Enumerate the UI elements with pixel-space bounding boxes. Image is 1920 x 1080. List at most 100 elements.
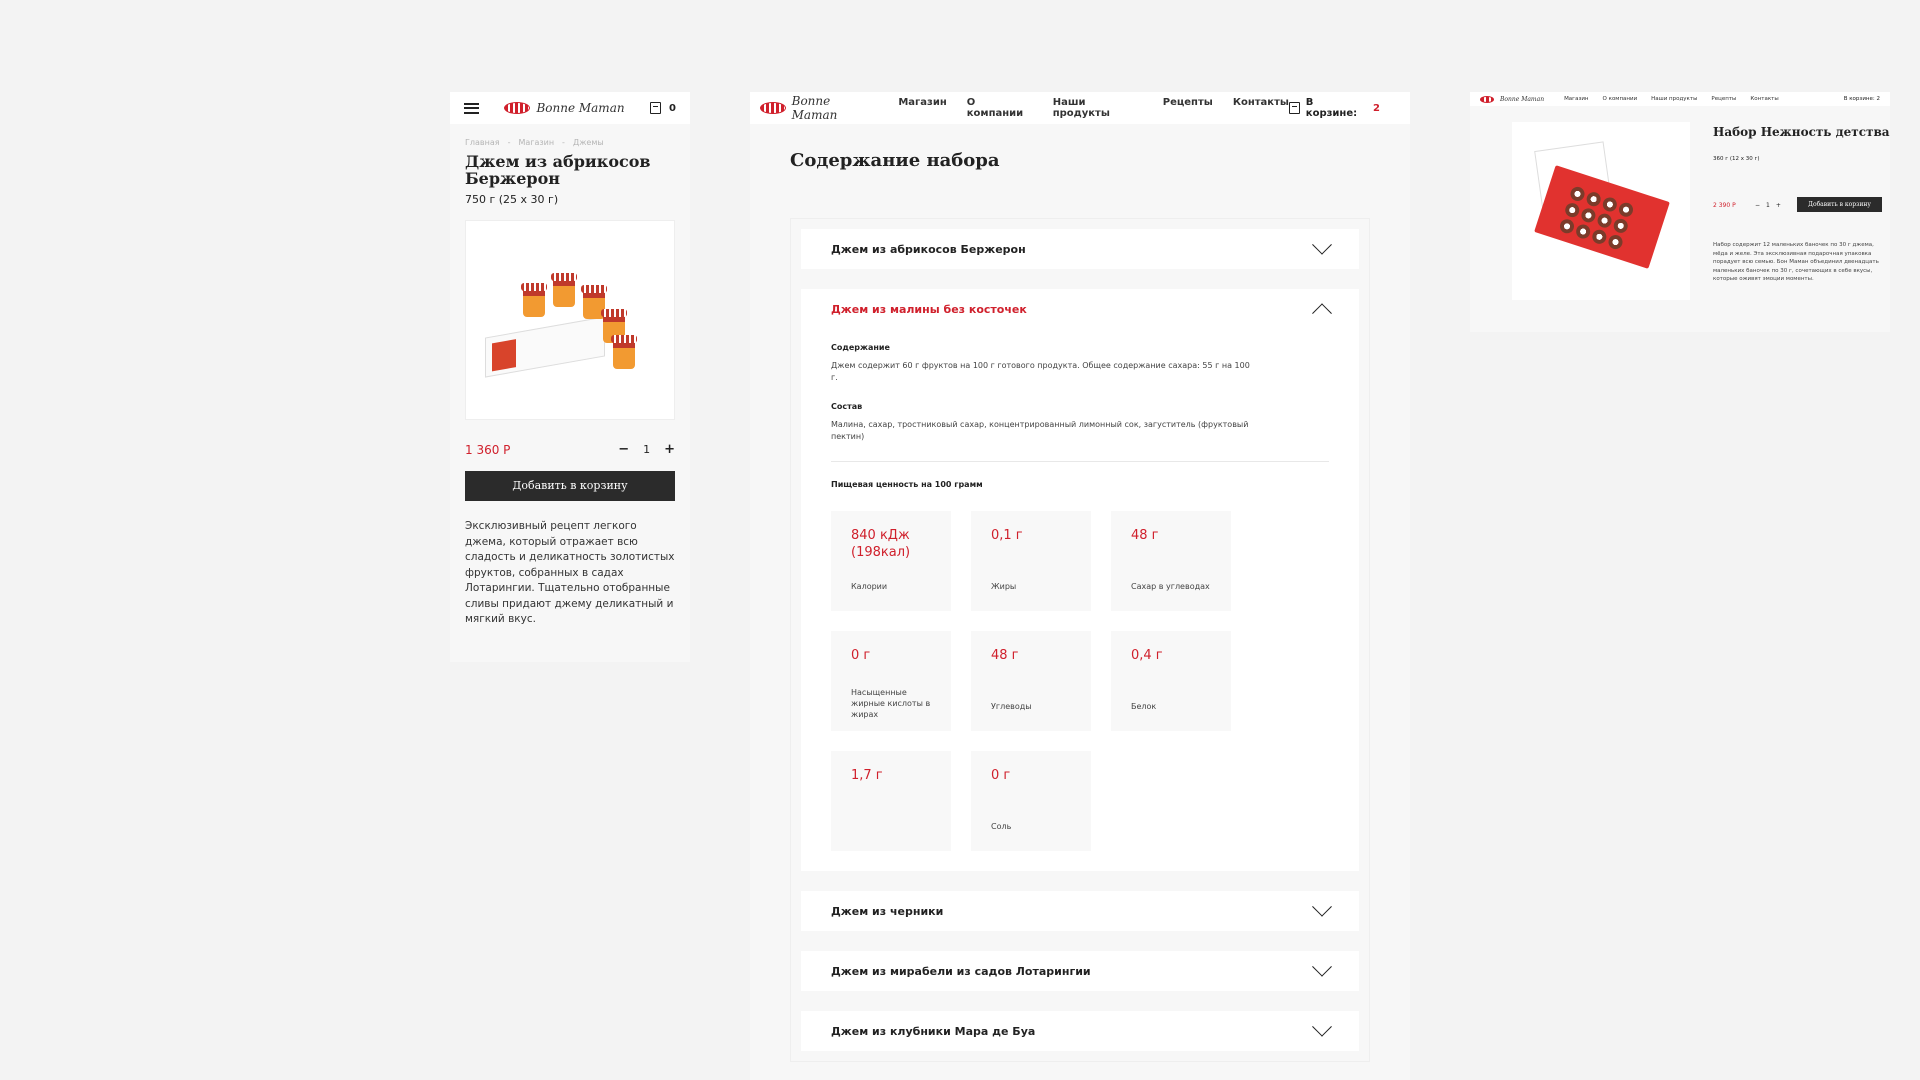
cart-icon [1288,102,1300,114]
nutrition-label-text: Насыщенные жирные кислоты в жирах [851,688,931,719]
chevron-down-icon[interactable] [1312,1016,1332,1037]
product-price: 1 360 Р [465,442,511,457]
nutrition-value: 48 г [1131,528,1159,543]
main-nav: Магазин О компании Наши продукты Рецепты… [898,97,1289,119]
menu-icon[interactable] [464,102,479,114]
nav-item-recipes[interactable]: Рецепты [1711,96,1736,102]
breadcrumb-item[interactable]: Магазин [518,138,554,147]
accordion-header[interactable]: Джем из абрикосов Бержерон [801,229,1359,269]
nutrition-card-protein: 0,4 г Белок [1111,631,1231,731]
logo-text: Bonne Maman [1500,95,1545,103]
product-title: Набор Нежность детства [1713,125,1890,139]
nutrition-label-text: Сахар в углеводах [1131,582,1210,591]
nutrition-value: 0,1 г [991,528,1023,543]
accordion-body: Содержание Джем содержит 60 г фруктов на… [801,329,1359,871]
thumb-body: Набор Нежность детства 360 г (12 x 30 г)… [1470,106,1890,332]
nav-item-products[interactable]: Наши продукты [1651,96,1697,102]
cart-count: 0 [669,102,676,114]
logo[interactable]: Bonne Maman [504,101,625,115]
logo[interactable]: Bonne Maman [1480,95,1545,103]
nutrition-label-text: Углеводы [991,702,1032,711]
accordion-header[interactable]: Джем из малины без косточек [801,289,1359,329]
nav-item-products[interactable]: Наши продукты [1053,97,1143,119]
logo-mark-icon [760,102,786,114]
chevron-down-icon[interactable] [1312,234,1332,255]
accordion-header[interactable]: Джем из мирабели из садов Лотарингии [801,951,1359,991]
nutrition-label-text: Белок [1131,702,1157,711]
qty-value[interactable]: 1 [643,443,650,456]
cart-count: 2 [1373,102,1380,114]
nutrition-card-fiber: 1,7 г [831,751,951,851]
chevron-down-icon[interactable] [1312,896,1332,917]
mobile-product-panel: Bonne Maman 0 Главная - Магазин - Джемы … [450,92,690,662]
chevron-down-icon[interactable] [1312,956,1332,977]
header-cart[interactable]: В корзине: 2 [1288,97,1380,119]
mobile-header: Bonne Maman 0 [450,92,690,124]
add-to-cart-button[interactable]: Добавить в корзину [1797,197,1882,212]
jar-shape [551,273,577,307]
cart-label: В корзине: [1305,97,1358,119]
logo-text: Bonne Maman [536,101,625,115]
product-description: Эксклюзивный рецепт легкого джема, котор… [465,520,675,625]
nav-item-shop[interactable]: Магазин [1564,96,1588,102]
nutrition-card-salt: 0 г Соль [971,751,1091,851]
product-title: Джем из абрикосов Бержерон [465,152,651,188]
divider [831,461,1329,462]
product-image-frame [465,220,675,420]
composition-text: Малина, сахар, тростниковый сахар, конце… [831,420,1249,441]
mobile-cart[interactable]: 0 [650,102,676,114]
nutrition-value: 0 г [851,648,871,663]
quantity-stepper: − 1 + [1755,202,1781,209]
add-to-cart-button[interactable]: Добавить в корзину [465,471,675,501]
nav-item-shop[interactable]: Магазин [898,97,946,119]
nav-item-contacts[interactable]: Контакты [1233,97,1289,119]
nutrition-label-text: Жиры [991,582,1017,591]
qty-plus-button[interactable]: + [1776,202,1781,209]
nav-item-recipes[interactable]: Рецепты [1163,97,1213,119]
logo[interactable]: Bonne Maman [760,94,878,122]
nutrition-value: 48 г [991,648,1019,663]
content-text: Джем содержит 60 г фруктов на 100 г гото… [831,361,1250,382]
price-row: 1 360 Р − 1 + [450,420,690,457]
product-image[interactable] [475,227,665,413]
nutrition-value: 840 кДж (198кал) [851,528,911,560]
breadcrumb-separator: - [507,138,511,147]
cart-icon [650,102,662,114]
nutrition-card-calories: 840 кДж (198кал) Калории [831,511,951,611]
product-weight: 360 г (12 x 30 г) [1713,156,1760,162]
accordion-title: Джем из черники [831,904,944,918]
accordion-header[interactable]: Джем из клубники Мара де Буа [801,1011,1359,1051]
nav-item-about[interactable]: О компании [967,97,1033,119]
accordion-header[interactable]: Джем из черники [801,891,1359,931]
accordion-item: Джем из черники [801,891,1359,931]
accordion-item: Джем из мирабели из садов Лотарингии [801,951,1359,991]
qty-minus-button[interactable]: − [618,442,629,457]
product-description: Набор содержит 12 маленьких баночек по 3… [1713,242,1879,282]
jar-shape [521,283,547,317]
nutrition-card-fat: 0,1 г Жиры [971,511,1091,611]
nav-item-contacts[interactable]: Контакты [1750,96,1778,102]
breadcrumb-item[interactable]: Джемы [573,138,604,147]
nutrition-label-text: Соль [991,822,1012,831]
header-cart[interactable]: В корзине: 2 [1844,96,1880,102]
breadcrumb-separator: - [562,138,565,147]
accordion-item: Джем из клубники Мара де Буа [801,1011,1359,1051]
chevron-up-icon[interactable] [1312,303,1332,324]
nutrition-label: Пищевая ценность на 100 грамм [831,480,983,489]
qty-minus-button[interactable]: − [1755,202,1760,209]
desktop-product-thumbnail: Bonne Maman Магазин О компании Наши прод… [1470,92,1890,332]
product-image[interactable] [1512,122,1690,300]
desktop-set-panel: Bonne Maman Магазин О компании Наши прод… [750,92,1410,1080]
quantity-stepper: − 1 + [618,442,675,457]
breadcrumb-item[interactable]: Главная [465,138,500,147]
accordion-title: Джем из абрикосов Бержерон [831,242,1026,256]
qty-plus-button[interactable]: + [664,442,675,457]
desktop-header: Bonne Maman Магазин О компании Наши прод… [750,92,1410,124]
nutrition-value: 0 г [991,768,1011,783]
accordion-item-expanded: Джем из малины без косточек Содержание Д… [801,289,1359,871]
qty-value[interactable]: 1 [1766,202,1770,209]
nutrition-card-carbs: 48 г Углеводы [971,631,1091,731]
gift-box-shape [485,316,605,378]
nav-item-about[interactable]: О компании [1603,96,1638,102]
accordion-item: Джем из абрикосов Бержерон [801,229,1359,269]
